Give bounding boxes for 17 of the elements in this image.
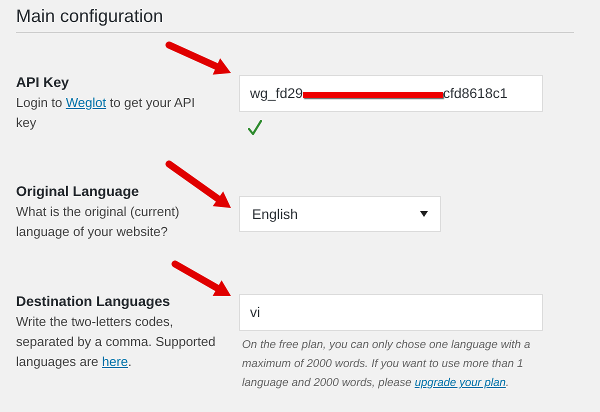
field-description: What is the original (current) language of your website? <box>16 203 180 241</box>
language-dropdown[interactable]: English <box>239 196 441 232</box>
link[interactable]: here <box>102 354 128 369</box>
key-text: wg_fd29 <box>250 84 303 103</box>
field-label: Original Language <box>16 182 140 200</box>
dropdown-caret-icon <box>420 211 428 217</box>
field-description: Write the two-letters codes, separated by a comma. Supported languages are here. <box>16 313 216 371</box>
section-title: Main configuration <box>16 5 164 28</box>
field-description: Login to Weglot to get your API key <box>16 94 196 132</box>
plan-note: On the free plan, you can only chose one language with a maximum of 2000 words. If you want to use more than 1 language and 2000 words, please upgrade your plan. <box>242 338 532 391</box>
input-field[interactable]: vi <box>239 294 543 331</box>
link[interactable]: Weglot <box>66 95 106 110</box>
input-field[interactable]: wg_fd29 cfd8618c1 <box>239 75 543 112</box>
upgrade-link[interactable]: upgrade your plan <box>414 377 506 389</box>
field-label: API Key <box>16 73 70 91</box>
key-text: cfd8618c1 <box>442 84 508 103</box>
field-label: Destination Languages <box>16 292 172 310</box>
